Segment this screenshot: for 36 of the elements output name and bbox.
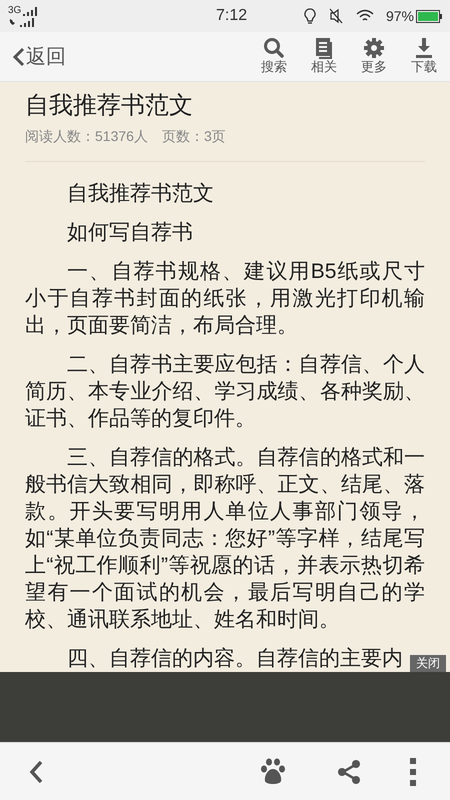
- share-button[interactable]: [336, 758, 362, 784]
- menu-button[interactable]: [410, 758, 416, 786]
- back-nav-button[interactable]: [28, 760, 44, 784]
- download-icon: [413, 37, 435, 60]
- back-button[interactable]: 返回: [12, 42, 66, 72]
- document-meta: 阅读人数：51376人: [25, 127, 148, 146]
- document-icon: [313, 37, 335, 60]
- paragraph: 三、自荐信的格式。自荐信的格式和一般书信大致相同，即称呼、正文、结尾、落款。开头要写明用人单位人事部门领导，如“某单位负责同志：您好”等字样，结尾写上“祝工作顺利”等祝愿的话，并表示热切希望有一个面试的机会，最后写明自己的学校、通讯联系地址、姓名和时间。: [25, 445, 425, 633]
- close-button[interactable]: 关闭: [410, 655, 446, 672]
- document-meta: 页数：3页: [162, 127, 226, 146]
- settings-icon: [363, 37, 385, 60]
- toolbar-button[interactable]: 下载: [406, 37, 442, 76]
- paw-button[interactable]: [258, 758, 288, 786]
- network-type: 3G: [8, 6, 22, 16]
- share-icon: [336, 758, 362, 784]
- paw-icon: [258, 758, 288, 786]
- paragraph: 如何写自荐书: [66, 220, 193, 246]
- more-menu-icon: [410, 758, 416, 786]
- muted-speaker-icon: [328, 8, 344, 24]
- toolbar-button[interactable]: 搜索: [256, 37, 292, 76]
- toolbar-button[interactable]: 相关: [306, 37, 342, 76]
- search-icon: [263, 37, 285, 60]
- lightbulb-icon: [304, 8, 316, 24]
- paragraph: 二、自荐书主要应包括：自荐信、个人简历、本专业介绍、学习成绩、各种奖励、证书、作品等的复印件。: [25, 352, 425, 432]
- chevron-left-icon: [28, 760, 44, 784]
- chevron-left-icon: [12, 46, 26, 66]
- clock: 7:12: [216, 6, 248, 26]
- paragraph: 自我推荐书范文: [66, 181, 214, 207]
- toolbar-button[interactable]: 更多: [356, 37, 392, 76]
- wifi-icon: [356, 9, 374, 23]
- battery-percent: 97%: [386, 6, 414, 26]
- paragraph: 四、自荐信的内容。自荐信的主要内: [66, 646, 403, 672]
- document-title: 自我推荐书范文: [25, 91, 194, 121]
- paragraph: 一、自荐书规格、建议用B5纸或尺寸小于自荐书封面的纸张，用激光打印机输出，页面要简洁，布局合理。: [25, 259, 425, 339]
- signal-icon: [23, 6, 40, 16]
- battery-icon: [416, 10, 442, 22]
